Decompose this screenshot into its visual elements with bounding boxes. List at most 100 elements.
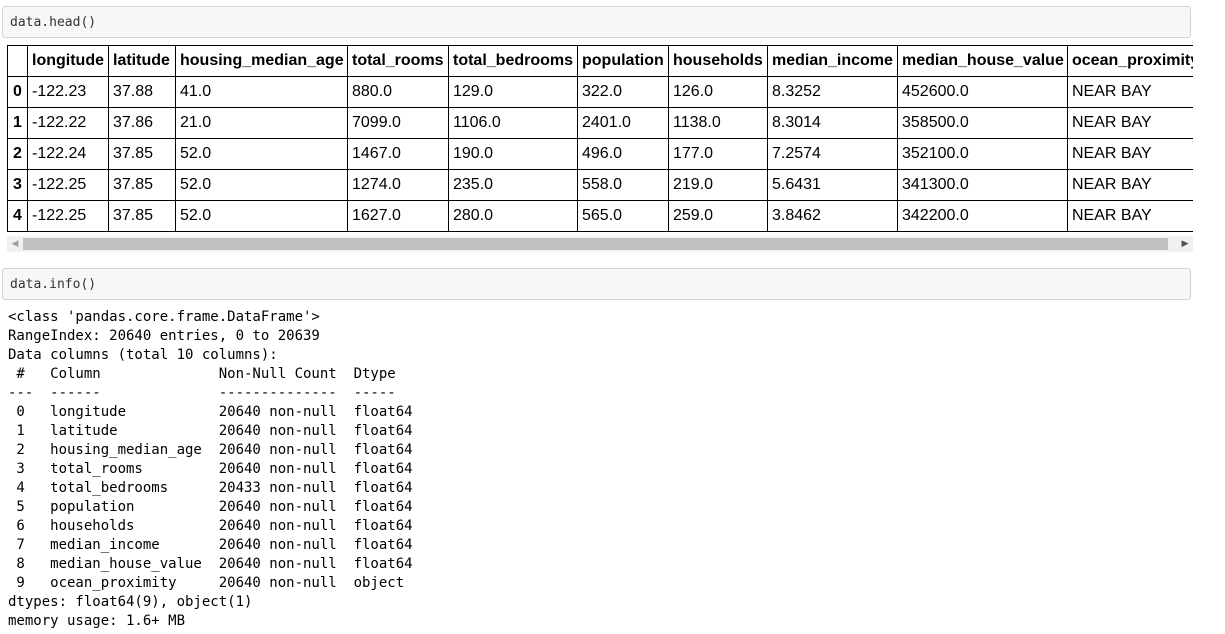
output-line: 9 ocean_proximity 20640 non-null object xyxy=(8,575,413,591)
output-line: # Column Non-Null Count Dtype xyxy=(8,366,413,382)
table-cell: 558.0 xyxy=(577,169,669,201)
row-index: 0 xyxy=(7,76,28,108)
code-cell-info[interactable]: data.info() xyxy=(2,268,1191,300)
table-cell: 565.0 xyxy=(577,200,669,232)
output-line: 5 population 20640 non-null float64 xyxy=(8,499,413,515)
row-index: 4 xyxy=(7,200,28,232)
table-cell: 177.0 xyxy=(668,138,768,170)
table-cell: 280.0 xyxy=(448,200,578,232)
output-line: memory usage: 1.6+ MB xyxy=(8,613,186,629)
output-line: Data columns (total 10 columns): xyxy=(8,347,278,363)
table-cell: 21.0 xyxy=(175,107,348,139)
index-header xyxy=(7,45,28,77)
table-row: 3 -122.25 37.85 52.0 1274.0 235.0 558.0 219.0 5.… xyxy=(7,169,1193,201)
table-cell: 8.3252 xyxy=(767,76,898,108)
table-cell: -122.22 xyxy=(27,107,109,139)
output-line: RangeIndex: 20640 entries, 0 to 20639 xyxy=(8,328,320,344)
table-cell: 259.0 xyxy=(668,200,768,232)
table-cell: 7.2574 xyxy=(767,138,898,170)
table-row: 1 -122.22 37.86 21.0 7099.0 1106.0 2401.0 1138.… xyxy=(7,107,1193,139)
table-cell: 8.3014 xyxy=(767,107,898,139)
column-header: median_income xyxy=(767,45,898,77)
output-line: 3 total_rooms 20640 non-null float64 xyxy=(8,461,413,477)
column-header: total_bedrooms xyxy=(448,45,578,77)
table-cell: 1467.0 xyxy=(347,138,449,170)
table-cell: 129.0 xyxy=(448,76,578,108)
table-cell: -122.25 xyxy=(27,200,109,232)
scroll-left-arrow-icon[interactable]: ◀ xyxy=(7,236,23,252)
table-cell: 880.0 xyxy=(347,76,449,108)
horizontal-scrollbar[interactable]: ◀ ▶ xyxy=(7,236,1193,252)
table-row: 4 -122.25 37.85 52.0 1627.0 280.0 565.0 259.0 3.… xyxy=(7,200,1193,232)
output-line: <class 'pandas.core.frame.DataFrame'> xyxy=(8,309,320,325)
output-line: 7 median_income 20640 non-null float64 xyxy=(8,537,413,553)
table-cell: 52.0 xyxy=(175,169,348,201)
row-index: 2 xyxy=(7,138,28,170)
table-cell: 1106.0 xyxy=(448,107,578,139)
code-cell-head[interactable]: data.head() xyxy=(2,6,1191,38)
table-cell: 3.8462 xyxy=(767,200,898,232)
table-cell: 37.85 xyxy=(108,200,176,232)
column-header: latitude xyxy=(108,45,176,77)
column-header: longitude xyxy=(27,45,109,77)
table-cell: 52.0 xyxy=(175,138,348,170)
table-cell: 219.0 xyxy=(668,169,768,201)
row-index: 1 xyxy=(7,107,28,139)
code-text[interactable]: data.info() xyxy=(10,277,96,292)
table-cell: -122.24 xyxy=(27,138,109,170)
code-text[interactable]: data.head() xyxy=(10,15,96,30)
output-line: dtypes: float64(9), object(1) xyxy=(8,594,253,610)
output-line: 4 total_bedrooms 20433 non-null float64 xyxy=(8,480,413,496)
table-row: 0 -122.23 37.88 41.0 880.0 129.0 322.0 126.0 8.3… xyxy=(7,76,1193,108)
dataframe-table: longitude latitude housing_median_age total… xyxy=(7,45,1193,232)
table-cell: 37.88 xyxy=(108,76,176,108)
dataframe-output: longitude latitude housing_median_age total… xyxy=(7,45,1193,253)
table-cell: NEAR BAY xyxy=(1067,107,1193,139)
table-cell: 37.85 xyxy=(108,138,176,170)
output-line: 0 longitude 20640 non-null float64 xyxy=(8,404,413,420)
table-cell: 2401.0 xyxy=(577,107,669,139)
table-cell: 352100.0 xyxy=(897,138,1068,170)
table-cell: 1627.0 xyxy=(347,200,449,232)
table-cell: 452600.0 xyxy=(897,76,1068,108)
table-cell: -122.25 xyxy=(27,169,109,201)
column-header: population xyxy=(577,45,669,77)
scroll-right-arrow-icon[interactable]: ▶ xyxy=(1177,236,1193,252)
table-cell: 1138.0 xyxy=(668,107,768,139)
table-cell: 322.0 xyxy=(577,76,669,108)
table-row: 2 -122.24 37.85 52.0 1467.0 190.0 496.0 177.0 7.… xyxy=(7,138,1193,170)
table-cell: 496.0 xyxy=(577,138,669,170)
table-cell: 37.86 xyxy=(108,107,176,139)
output-line: 2 housing_median_age 20640 non-null floa… xyxy=(8,442,413,458)
output-line: 1 latitude 20640 non-null float64 xyxy=(8,423,413,439)
table-cell: NEAR BAY xyxy=(1067,138,1193,170)
table-cell: 1274.0 xyxy=(347,169,449,201)
column-header: housing_median_age xyxy=(175,45,348,77)
table-cell: 37.85 xyxy=(108,169,176,201)
table-cell: 358500.0 xyxy=(897,107,1068,139)
table-header-row: longitude latitude housing_median_age total… xyxy=(7,45,1193,77)
output-line: 8 median_house_value 20640 non-null floa… xyxy=(8,556,413,572)
column-header: median_house_value xyxy=(897,45,1068,77)
table-cell: 190.0 xyxy=(448,138,578,170)
table-cell: 341300.0 xyxy=(897,169,1068,201)
table-cell: 126.0 xyxy=(668,76,768,108)
column-header: ocean_proximity xyxy=(1067,45,1193,77)
table-cell: 7099.0 xyxy=(347,107,449,139)
table-cell: 235.0 xyxy=(448,169,578,201)
table-cell: 5.6431 xyxy=(767,169,898,201)
table-cell: NEAR BAY xyxy=(1067,76,1193,108)
output-line: --- ------ -------------- ----- xyxy=(8,385,413,401)
column-header: total_rooms xyxy=(347,45,449,77)
table-cell: 52.0 xyxy=(175,200,348,232)
table-cell: -122.23 xyxy=(27,76,109,108)
row-index: 3 xyxy=(7,169,28,201)
table-cell: NEAR BAY xyxy=(1067,200,1193,232)
scrollbar-thumb[interactable] xyxy=(23,238,1168,250)
table-cell: 342200.0 xyxy=(897,200,1068,232)
info-output: <class 'pandas.core.frame.DataFrame'> Ran… xyxy=(8,308,413,631)
output-line: 6 households 20640 non-null float64 xyxy=(8,518,413,534)
column-header: households xyxy=(668,45,768,77)
table-cell: NEAR BAY xyxy=(1067,169,1193,201)
table-cell: 41.0 xyxy=(175,76,348,108)
